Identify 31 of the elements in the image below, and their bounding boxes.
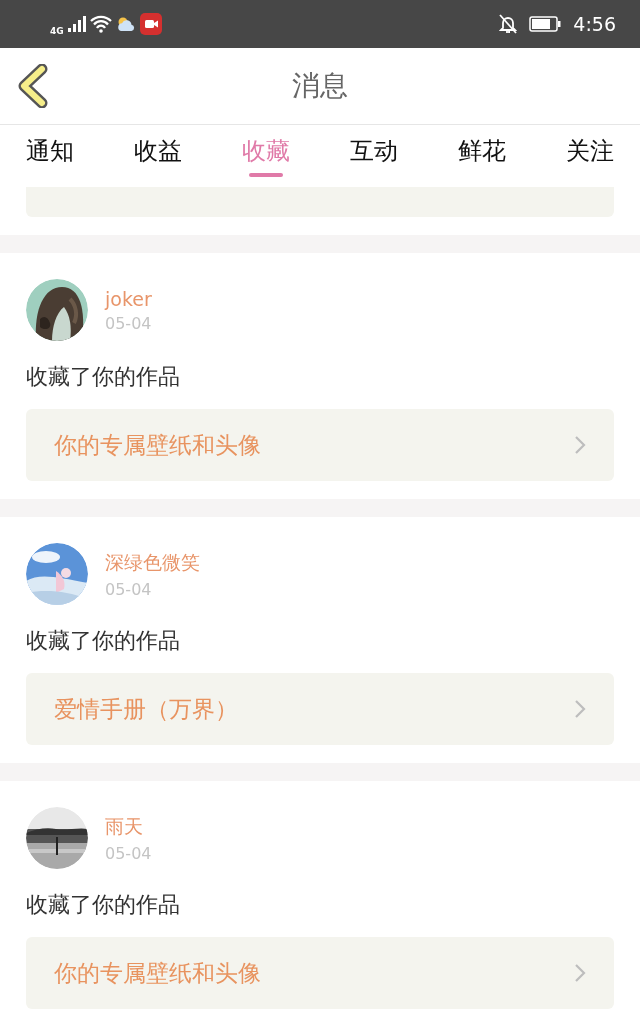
back-button[interactable] xyxy=(16,64,50,108)
message-text: 收藏了你的作品 xyxy=(26,363,181,391)
weather-icon xyxy=(115,16,136,32)
chevron-right-icon xyxy=(574,963,586,983)
tab[interactable]: 收藏 xyxy=(242,125,290,187)
tab[interactable]: 鲜花 xyxy=(458,125,506,187)
battery-icon xyxy=(529,16,562,32)
wifi-icon xyxy=(89,15,112,33)
chevron-right-icon xyxy=(574,699,586,719)
message-text: 收藏了你的作品 xyxy=(26,627,181,655)
message-date: 05-04 xyxy=(105,579,153,599)
tab[interactable]: 关注 xyxy=(566,125,614,187)
tab[interactable]: 互动 xyxy=(350,125,398,187)
work-link[interactable]: 爱情手册（万界） xyxy=(26,673,614,745)
chevron-right-icon xyxy=(574,435,586,455)
work-link[interactable]: 你的专属壁纸和头像 xyxy=(26,937,614,1009)
user-name[interactable]: 雨天 xyxy=(105,813,152,840)
message-date: 05-04 xyxy=(105,313,152,333)
bell-off-icon xyxy=(499,14,518,34)
message-date: 05-04 xyxy=(105,843,152,863)
tab[interactable]: 通知 xyxy=(26,125,74,187)
video-app-icon xyxy=(139,13,162,35)
user-name[interactable]: 深绿色微笑 xyxy=(105,549,200,576)
page-title: 消息 xyxy=(292,68,348,104)
network-label: 4G xyxy=(50,26,64,36)
user-name[interactable]: joker xyxy=(105,287,152,310)
message-text: 收藏了你的作品 xyxy=(26,891,181,919)
work-link[interactable]: 你的专属壁纸和头像 xyxy=(26,409,614,481)
tab[interactable]: 收益 xyxy=(134,125,182,187)
clock-time: 4:56 xyxy=(573,13,616,35)
signal-icon xyxy=(67,16,86,32)
